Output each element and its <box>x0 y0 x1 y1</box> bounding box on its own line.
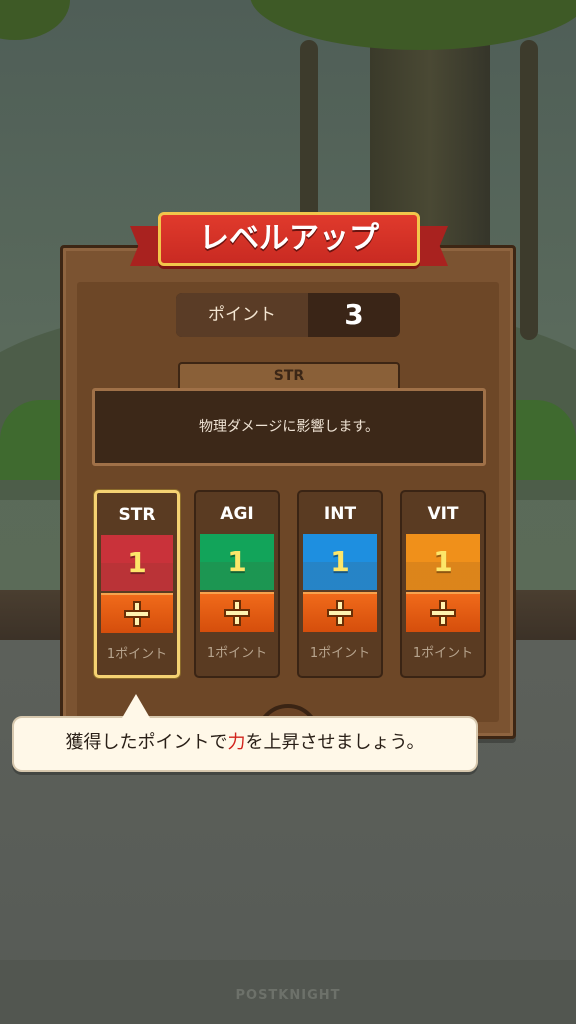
stat-cost: 1ポイント <box>412 646 474 661</box>
points-label: ポイント <box>208 305 276 325</box>
tutorial-text-highlight: 力 <box>227 732 246 753</box>
stat-name: VIT <box>427 504 459 524</box>
stat-name: AGI <box>220 504 254 524</box>
brand-watermark: POSTKNIGHT <box>235 988 341 1003</box>
tutorial-text-after: を上昇させましょう。 <box>245 732 425 753</box>
title-ribbon: レベルアップ <box>130 208 448 278</box>
increase-int-button[interactable] <box>303 592 377 632</box>
plus-icon <box>124 601 150 627</box>
stat-cost: 1ポイント <box>206 646 268 661</box>
stat-value: 1 <box>330 545 350 578</box>
increase-agi-button[interactable] <box>200 592 274 632</box>
description-text: 物理ダメージに影響します。 <box>199 419 379 435</box>
plus-icon <box>430 600 456 626</box>
increase-vit-button[interactable] <box>406 592 480 632</box>
stat-cost: 1ポイント <box>309 646 371 661</box>
stat-card-str[interactable]: STR 1 1ポイント <box>94 490 180 678</box>
stat-card-vit[interactable]: VIT 1 1ポイント <box>400 490 486 678</box>
panel-title: レベルアップ <box>199 221 379 256</box>
stat-card-agi[interactable]: AGI 1 1ポイント <box>194 490 280 678</box>
stat-cost: 1ポイント <box>106 647 168 662</box>
increase-str-button[interactable] <box>101 593 173 633</box>
plus-icon <box>224 600 250 626</box>
plus-icon <box>327 600 353 626</box>
points-display: ポイント 3 <box>176 293 400 337</box>
points-value: 3 <box>344 298 364 331</box>
stat-value: 1 <box>127 546 147 579</box>
bubble-pointer <box>122 694 150 718</box>
tutorial-text-before: 獲得したポイントで <box>65 732 228 753</box>
stat-value: 1 <box>227 545 247 578</box>
tutorial-text: 獲得したポイントで力を上昇させましょう。 <box>12 716 478 772</box>
stat-name: STR <box>118 505 156 525</box>
description-tab-label: STR <box>273 368 305 384</box>
stat-card-int[interactable]: INT 1 1ポイント <box>297 490 383 678</box>
tree-vine <box>520 40 538 340</box>
stat-value: 1 <box>433 545 453 578</box>
stat-name: INT <box>323 504 357 524</box>
